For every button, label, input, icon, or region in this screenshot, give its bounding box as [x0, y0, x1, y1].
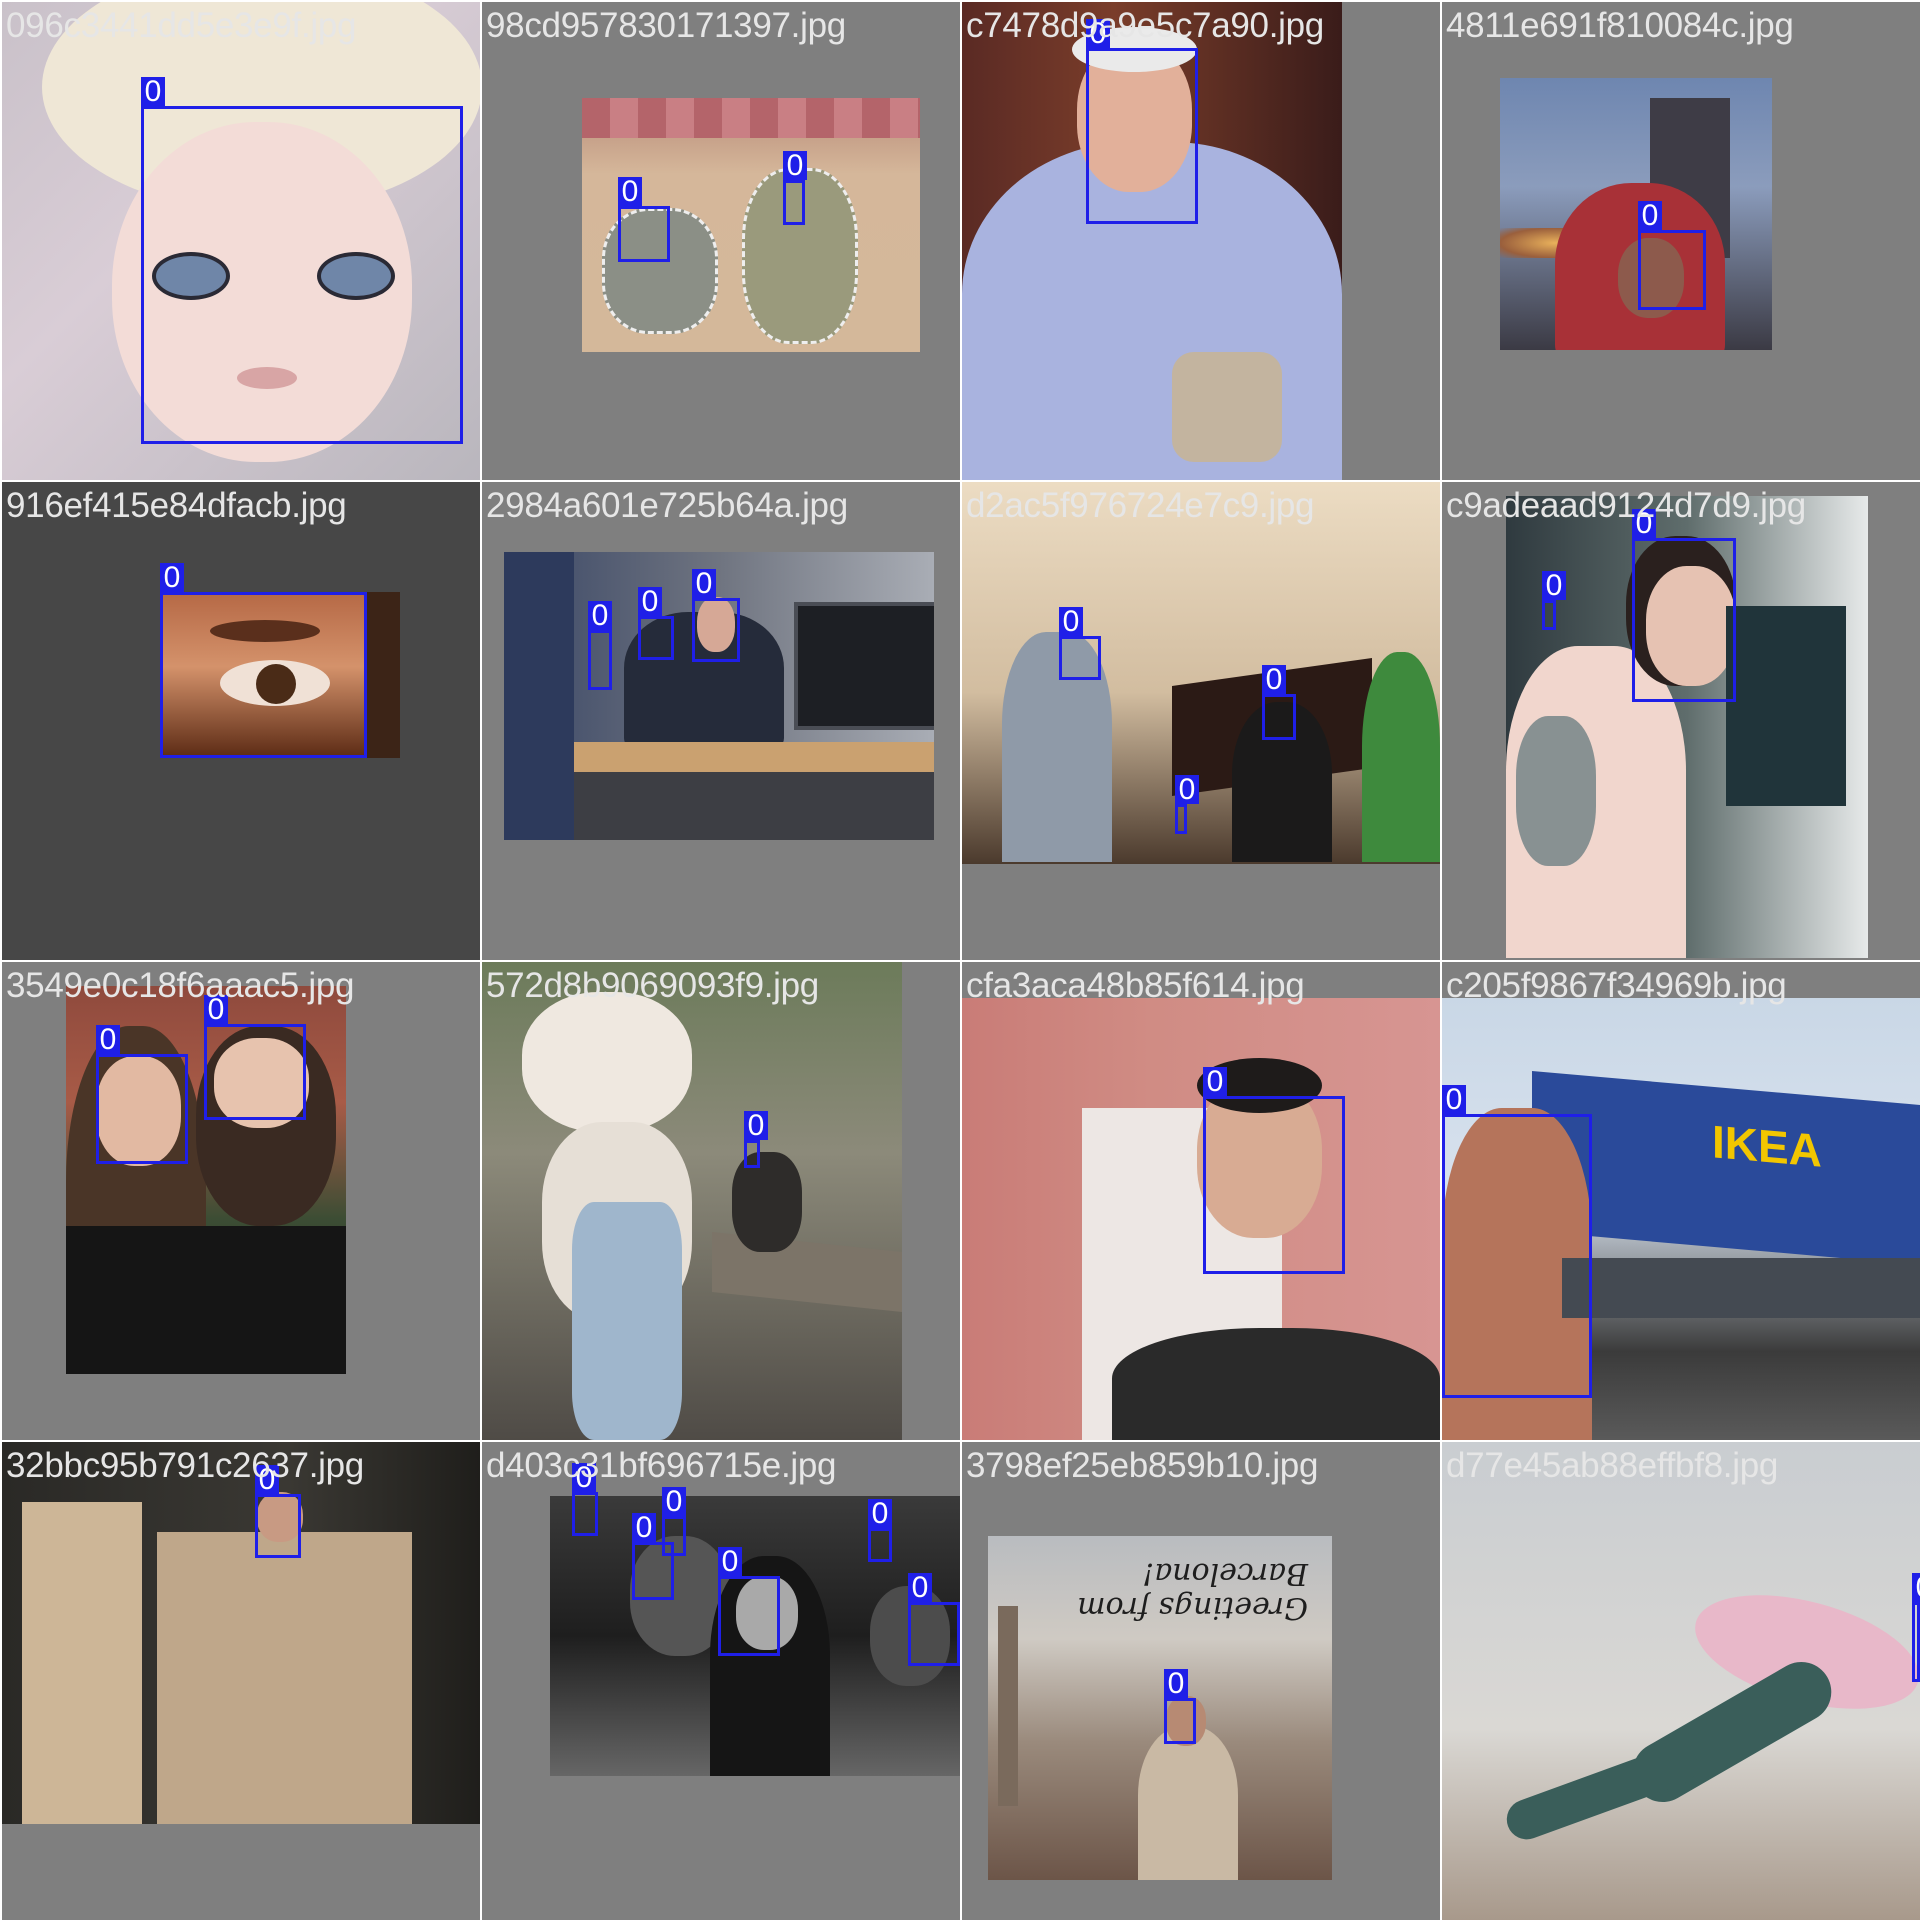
- class-label: 0: [1059, 607, 1083, 637]
- ikea-sign: IKEA: [1712, 1115, 1822, 1177]
- image-tile: d403c31bf696715e.jpg 0 0 0 0 0 0: [482, 1442, 960, 1920]
- photo: [504, 552, 934, 840]
- filename-label: 4811e691f810084c.jpg: [1446, 6, 1794, 45]
- filename-label: 916ef415e84dfacb.jpg: [6, 486, 347, 525]
- filename-label: 3798ef25eb859b10.jpg: [966, 1446, 1319, 1485]
- face-bounding-box: 0: [1262, 665, 1296, 740]
- face-bounding-box: 0: [255, 1465, 301, 1558]
- class-label: 0: [1638, 201, 1662, 231]
- filename-label: 572d8b9069093f9.jpg: [486, 966, 819, 1005]
- image-tile: d2ac5f976724e7c9.jpg 0 0 0: [962, 482, 1440, 960]
- face-bounding-box: 0: [744, 1111, 768, 1168]
- class-label: 0: [96, 1025, 120, 1055]
- class-label: 0: [868, 1499, 892, 1529]
- filename-label: d77e45ab88effbf8.jpg: [1446, 1446, 1779, 1485]
- image-tile: 916ef415e84dfacb.jpg 0: [2, 482, 480, 960]
- class-label: 0: [1262, 665, 1286, 695]
- face-bounding-box: 0: [868, 1499, 892, 1562]
- image-tile: c7478d9a9e5c7a90.jpg 0: [962, 2, 1440, 480]
- class-label: 0: [1542, 571, 1566, 601]
- filename-label: 2984a601e725b64a.jpg: [486, 486, 848, 525]
- photo: Greetings from Barcelona!: [988, 1536, 1332, 1880]
- postcard-caption: Greetings from Barcelona!: [1077, 1556, 1308, 1625]
- image-tile: 2984a601e725b64a.jpg 0 0 0: [482, 482, 960, 960]
- class-label: 0: [1175, 775, 1199, 805]
- image-tile: cfa3aca48b85f614.jpg 0: [962, 962, 1440, 1440]
- face-bounding-box: 0: [783, 151, 807, 225]
- image-tile: IKEA c205f9867f34969b.jpg 0: [1442, 962, 1920, 1440]
- class-label: 0: [744, 1111, 768, 1141]
- class-label: 0: [632, 1513, 656, 1543]
- class-label: 0: [1442, 1085, 1466, 1115]
- face-bounding-box: 0: [718, 1547, 780, 1656]
- filename-label: 3549e0c18f6aaac5.jpg: [6, 966, 355, 1005]
- face-bounding-box: 0: [618, 177, 670, 262]
- photo: [962, 482, 1440, 864]
- photo: [482, 962, 902, 1440]
- photo: [962, 998, 1440, 1440]
- face-bounding-box: 0: [1442, 1085, 1592, 1398]
- filename-label: d403c31bf696715e.jpg: [486, 1446, 837, 1485]
- face-bounding-box: 0: [160, 563, 367, 758]
- face-bounding-box: 0: [692, 569, 740, 662]
- filename-label: c7478d9a9e5c7a90.jpg: [966, 6, 1324, 45]
- face-bounding-box: 0: [908, 1573, 960, 1666]
- face-bounding-box: 0: [588, 601, 612, 690]
- face-bounding-box: 0: [1542, 571, 1566, 630]
- class-label: 0: [692, 569, 716, 599]
- class-label: 0: [618, 177, 642, 207]
- face-bounding-box: 0: [1164, 1669, 1196, 1744]
- image-tile: 572d8b9069093f9.jpg 0: [482, 962, 960, 1440]
- class-label: 0: [1203, 1067, 1227, 1097]
- filename-label: 98cd957830171397.jpg: [486, 6, 846, 45]
- face-bounding-box: 0: [96, 1025, 188, 1164]
- class-label: 0: [662, 1487, 686, 1517]
- image-tile: c9adeaad9124d7d9.jpg 0 0: [1442, 482, 1920, 960]
- image-tile: d77e45ab88effbf8.jpg 0: [1442, 1442, 1920, 1920]
- face-bounding-box: 0: [632, 1513, 674, 1600]
- face-bounding-box: 0: [1059, 607, 1101, 680]
- image-tile: 32bbc95b791c2637.jpg 0: [2, 1442, 480, 1920]
- class-label: 0: [160, 563, 184, 593]
- face-bounding-box: 0: [204, 995, 306, 1120]
- photo: [1442, 1442, 1920, 1920]
- image-tile: 4811e691f810084c.jpg 0: [1442, 2, 1920, 480]
- class-label: 0: [1164, 1669, 1188, 1699]
- face-bounding-box: 0: [1086, 19, 1198, 224]
- class-label: 0: [783, 151, 807, 181]
- face-bounding-box: 0: [1632, 509, 1736, 702]
- class-label: 0: [718, 1547, 742, 1577]
- filename-label: c205f9867f34969b.jpg: [1446, 966, 1787, 1005]
- face-bounding-box: 0: [1638, 201, 1706, 310]
- image-tile: 3549e0c18f6aaac5.jpg 0 0: [2, 962, 480, 1440]
- image-tile: 096c3441dd5e3e9f.jpg 0: [2, 2, 480, 480]
- class-label: 0: [908, 1573, 932, 1603]
- photo: [2, 1442, 480, 1824]
- face-bounding-box: 0: [141, 77, 463, 444]
- face-bounding-box: 0: [572, 1463, 598, 1536]
- image-tile: Greetings from Barcelona! 3798ef25eb859b…: [962, 1442, 1440, 1920]
- filename-label: 096c3441dd5e3e9f.jpg: [6, 6, 357, 45]
- face-bounding-box: 0: [1912, 1573, 1920, 1682]
- photo: [1500, 78, 1772, 350]
- class-label: 0: [1912, 1573, 1920, 1603]
- detection-mosaic: 096c3441dd5e3e9f.jpg 0 98cd957830171397.…: [0, 0, 1920, 1920]
- face-bounding-box: 0: [1175, 775, 1199, 834]
- face-bounding-box: 0: [638, 587, 674, 660]
- class-label: 0: [141, 77, 165, 107]
- filename-label: 32bbc95b791c2637.jpg: [6, 1446, 364, 1485]
- class-label: 0: [588, 601, 612, 631]
- filename-label: d2ac5f976724e7c9.jpg: [966, 486, 1315, 525]
- face-bounding-box: 0: [1203, 1067, 1345, 1274]
- image-tile: 98cd957830171397.jpg 0 0: [482, 2, 960, 480]
- filename-label: cfa3aca48b85f614.jpg: [966, 966, 1305, 1005]
- filename-label: c9adeaad9124d7d9.jpg: [1446, 486, 1806, 525]
- class-label: 0: [638, 587, 662, 617]
